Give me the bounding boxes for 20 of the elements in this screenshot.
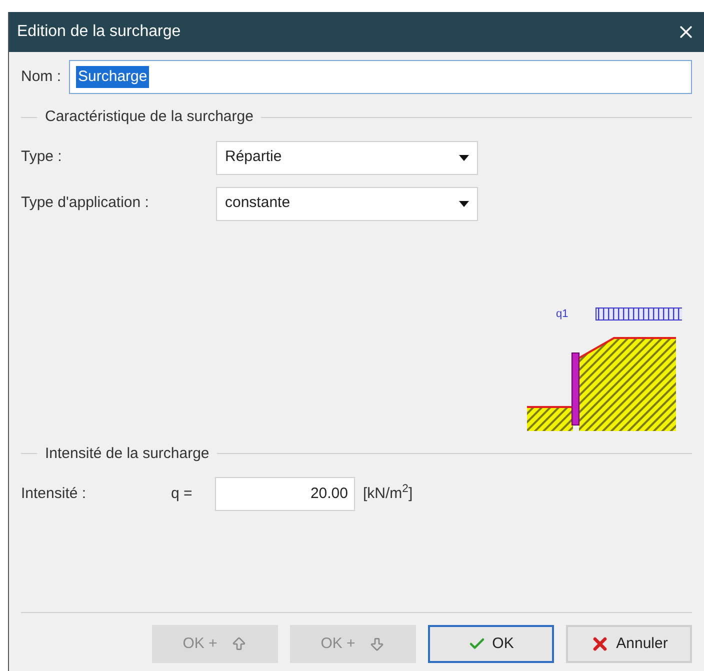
arrow-up-icon	[231, 636, 248, 652]
caret-icon	[459, 154, 469, 160]
group-title: Caractéristique de la surcharge	[45, 107, 254, 127]
name-input-field[interactable]: Surcharge	[69, 60, 692, 94]
field-label: Type d'application :	[21, 193, 150, 214]
field-label: Nom :	[21, 66, 62, 87]
cancel-button[interactable]: Annuler	[566, 625, 692, 663]
ok-button[interactable]: OK	[428, 625, 554, 663]
group-title: Intensité de la surcharge	[45, 444, 210, 464]
retaining-wall-drawing: q1	[526, 302, 682, 430]
intensity-input-field[interactable]: 20.00	[215, 477, 355, 511]
dropdown[interactable]: constante	[216, 186, 478, 220]
field-label: Type :	[21, 147, 63, 168]
dropdown[interactable]: Répartie	[216, 140, 478, 174]
symbol-label: q =	[171, 484, 194, 504]
field-label: Intensité :	[21, 484, 88, 504]
caret-icon	[459, 200, 469, 206]
unit-label: [kN/m$^{2}$]	[363, 482, 413, 504]
window-title: Edition de la surcharge	[17, 22, 181, 42]
arrow-down-icon	[369, 636, 386, 652]
